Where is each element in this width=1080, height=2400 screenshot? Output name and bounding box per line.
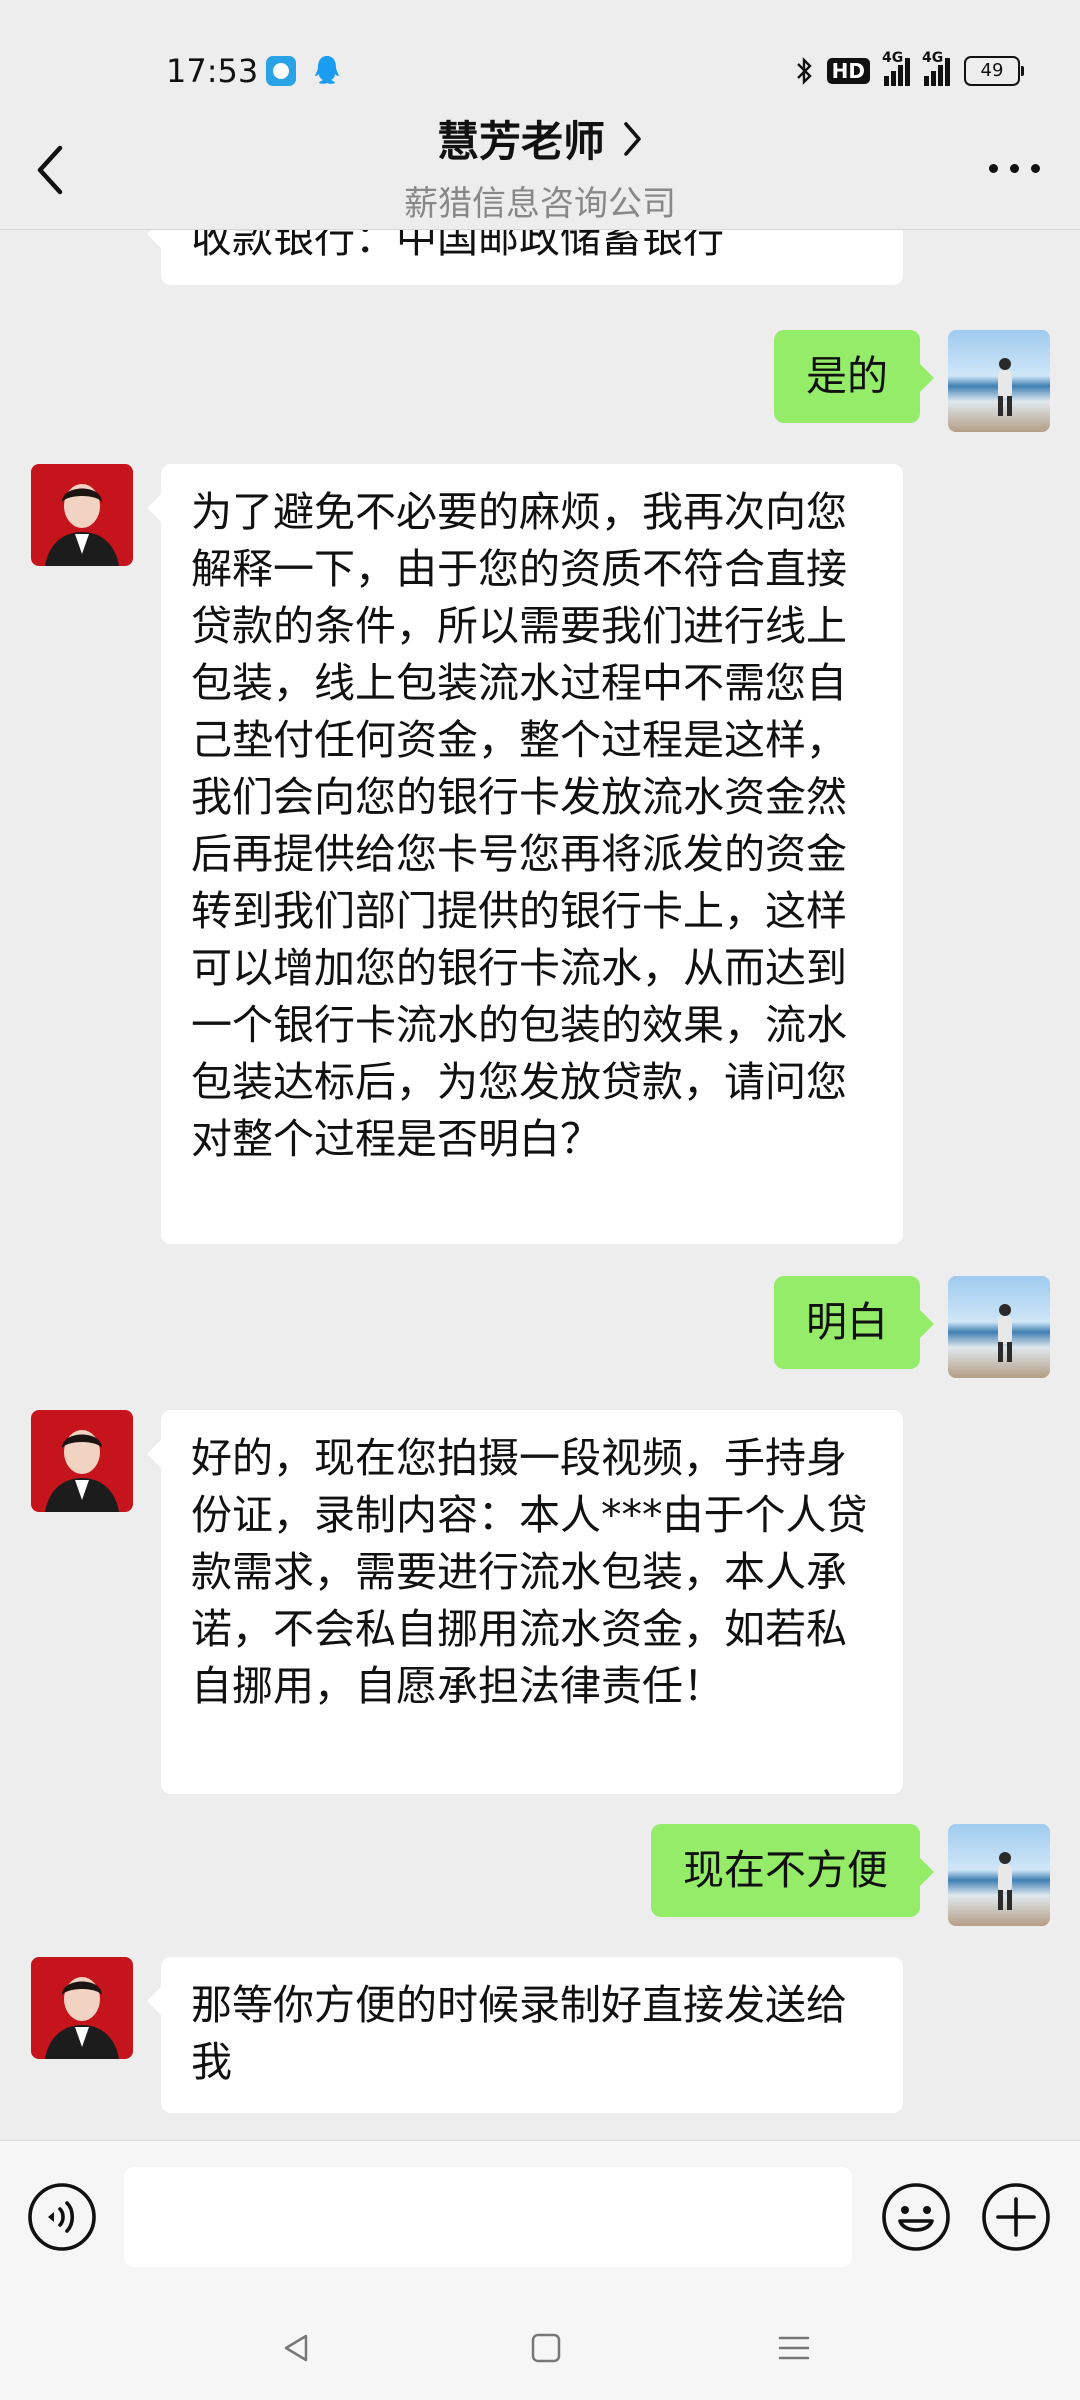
- chevron-right-icon: [624, 121, 641, 156]
- message-text: 那等你方便的时候录制好直接发送给我: [191, 1981, 847, 2086]
- signal-icon-2: 4G: [922, 50, 950, 86]
- network-type-2: 4G: [922, 50, 944, 66]
- system-nav-bar: [0, 2300, 1080, 2400]
- status-time: 17:53: [166, 52, 259, 90]
- plus-icon[interactable]: [980, 2181, 1052, 2253]
- hd-voice-badge: HD: [826, 58, 870, 84]
- my-avatar[interactable]: [948, 1824, 1050, 1926]
- message-bubble-incoming[interactable]: 那等你方便的时候录制好直接发送给我: [147, 1957, 903, 2113]
- nav-back-icon[interactable]: [278, 2330, 314, 2366]
- message-text: 为了避免不必要的麻烦，我再次向您解释一下，由于您的资质不符合直接贷款的条件，所以…: [191, 488, 847, 1163]
- emoji-icon[interactable]: [880, 2181, 952, 2253]
- battery-icon: 49: [964, 56, 1024, 86]
- chat-header: 慧芳老师 薪猎信息咨询公司: [0, 100, 1080, 230]
- bluetooth-icon: [796, 57, 812, 85]
- nav-menu-icon[interactable]: [776, 2330, 812, 2366]
- message-text: 收款银行：中国邮政储蓄银行: [191, 230, 724, 262]
- qq-notification-icon: [315, 56, 339, 84]
- message-bubble-incoming[interactable]: 好的，现在您拍摄一段视频，手持身份证，录制内容：本人***由于个人贷款需求，需要…: [147, 1410, 903, 1794]
- message-bubble-outgoing[interactable]: 明白: [774, 1276, 934, 1369]
- message-list[interactable]: 收款银行：中国邮政储蓄银行 是的 为了避免不必要的麻烦，我再次向您解释一下，由于…: [0, 230, 1080, 2140]
- more-dots-icon[interactable]: [989, 164, 1040, 173]
- signal-icon-1: 4G: [882, 50, 910, 86]
- message-bubble-outgoing[interactable]: 是的: [774, 330, 934, 423]
- input-bar: [0, 2140, 1080, 2301]
- message-bubble-outgoing[interactable]: 现在不方便: [651, 1824, 934, 1917]
- contact-avatar[interactable]: [31, 1957, 133, 2059]
- contact-avatar[interactable]: [31, 464, 133, 566]
- my-avatar[interactable]: [948, 330, 1050, 432]
- contact-name: 慧芳老师: [436, 117, 605, 166]
- network-type-1: 4G: [882, 50, 904, 66]
- message-text: 是的: [806, 352, 888, 400]
- contact-company: 薪猎信息咨询公司: [404, 184, 676, 224]
- message-bubble-incoming[interactable]: 为了避免不必要的麻烦，我再次向您解释一下，由于您的资质不符合直接贷款的条件，所以…: [147, 464, 903, 1244]
- contact-name-button[interactable]: 慧芳老师: [437, 108, 643, 169]
- message-text: 好的，现在您拍摄一段视频，手持身份证，录制内容：本人***由于个人贷款需求，需要…: [191, 1434, 868, 1710]
- message-bubble-incoming[interactable]: 收款银行：中国邮政储蓄银行: [147, 230, 903, 285]
- app-notification-icon: [266, 56, 296, 86]
- contact-avatar[interactable]: [31, 1410, 133, 1512]
- nav-home-icon[interactable]: [528, 2330, 564, 2366]
- my-avatar[interactable]: [948, 1276, 1050, 1378]
- message-text: 明白: [806, 1298, 888, 1346]
- message-input[interactable]: [124, 2167, 852, 2267]
- voice-icon[interactable]: [26, 2181, 98, 2253]
- message-text: 现在不方便: [683, 1846, 888, 1894]
